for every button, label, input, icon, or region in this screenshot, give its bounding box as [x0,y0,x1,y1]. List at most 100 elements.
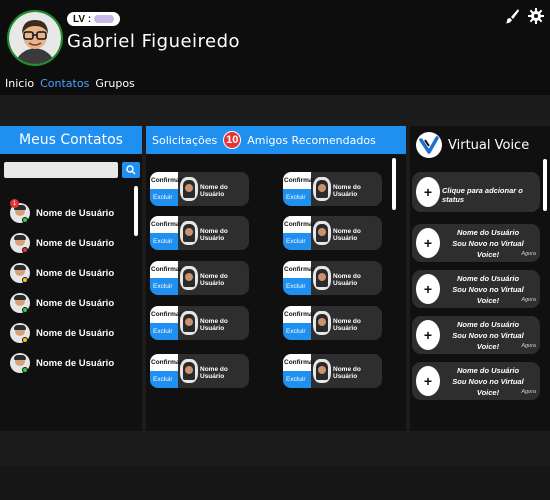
post-time: Agora [521,251,536,257]
footer-bar [0,465,550,500]
contacts-scrollbar[interactable] [134,186,138,236]
contact-item[interactable]: Nome de Usuário [0,228,136,258]
contact-item[interactable]: Nome de Usuário [0,348,136,378]
confirm-button[interactable]: Confirmar [283,172,315,189]
request-user-name: Nome do Usuário [333,366,361,380]
delete-button[interactable]: Excluir [283,323,311,340]
friend-request-card: Confirmar Excluir Nome do Usuário [283,261,382,295]
request-user-name: Nome do Usuário [333,184,361,198]
request-user-name: Nome do Usuário [333,228,361,242]
contact-name: Nome de Usuário [36,207,115,219]
contact-item[interactable]: Nome de Usuário [0,258,136,288]
status-dot [22,307,28,313]
search-button[interactable] [122,162,140,178]
voice-post-card[interactable]: + Nome do Usuário Sou Novo no Virtual Voic… [412,362,540,400]
request-avatar [313,311,331,335]
post-time: Agora [521,297,536,303]
virtual-voice-logo-icon [416,132,442,158]
tab-solicitacoes[interactable]: Solicitações [152,134,217,147]
tab-amigos-recomendados[interactable]: Amigos Recomendados [247,134,376,147]
brush-icon[interactable] [504,8,520,24]
add-status-label: Clique para adcionar o status [442,186,523,204]
requests-panel: Solicitações 10 Amigos Recomendados Conf… [146,126,406,431]
friend-request-card: Confirmar Excluir Nome do Usuário [150,306,249,340]
contact-item[interactable]: Nome de Usuário [0,318,136,348]
voice-post-card[interactable]: + Nome do Usuário Sou Novo no Virtual Voic… [412,224,540,262]
confirm-button[interactable]: Confirmar [150,306,182,323]
request-user-name: Nome do Usuário [333,273,361,287]
profile-header: LV : Gabriel Figueiredo Inicio Contatos … [0,0,550,95]
post-time: Agora [521,389,536,395]
post-plus-icon[interactable]: + [416,274,440,304]
profile-avatar[interactable] [7,10,63,66]
friend-request-card: Confirmar Excluir Nome do Usuário [150,216,249,250]
gear-icon[interactable] [528,8,544,24]
delete-button[interactable]: Excluir [283,233,311,250]
contact-item[interactable]: Nome de Usuário [0,288,136,318]
requests-scrollbar[interactable] [392,158,396,210]
voice-post-card[interactable]: + Nome do Usuário Sou Novo no Virtual Voic… [412,316,540,354]
contact-name: Nome de Usuário [36,267,115,279]
contacts-search-input[interactable] [4,162,118,178]
confirm-button[interactable]: Confirmar [283,261,315,278]
request-user-name: Nome do Usuário [200,366,228,380]
friend-request-card: Confirmar Excluir Nome do Usuário [283,216,382,250]
level-badge: LV : [67,12,121,26]
post-user-name: Nome do Usuário [456,274,520,283]
delete-button[interactable]: Excluir [150,233,178,250]
requests-count-badge: 10 [223,131,242,149]
post-plus-icon[interactable]: + [416,320,440,350]
confirm-button[interactable]: Confirmar [150,172,182,189]
post-plus-icon[interactable]: + [416,366,440,396]
delete-button[interactable]: Excluir [150,371,178,388]
add-status-card[interactable]: + Clique para adcionar o status [412,172,540,212]
contact-name: Nome de Usuário [36,327,115,339]
confirm-button[interactable]: Confirmar [283,216,315,233]
delete-button[interactable]: Excluir [283,371,311,388]
friend-request-card: Confirmar Excluir Nome do Usuário [283,306,382,340]
contacts-panel: Meus Contatos 1 Nome de Usuário Nome de Us… [0,126,142,431]
delete-button[interactable]: Excluir [150,189,178,206]
request-avatar [180,177,198,201]
status-dot [22,367,28,373]
post-plus-icon[interactable]: + [416,228,440,258]
confirm-button[interactable]: Confirmar [150,354,182,371]
request-avatar [313,359,331,383]
request-avatar [180,221,198,245]
nav-contatos[interactable]: Contatos [40,77,89,90]
virtual-voice-panel: Virtual Voice + Clique para adcionar o s… [410,126,550,431]
request-user-name: Nome do Usuário [200,318,228,332]
profile-username: Gabriel Figueiredo [67,31,241,52]
confirm-button[interactable]: Confirmar [283,306,315,323]
status-dot [22,337,28,343]
voice-post-card[interactable]: + Nome do Usuário Sou Novo no Virtual Voic… [412,270,540,308]
post-time: Agora [521,343,536,349]
status-dot [22,247,28,253]
contacts-list: 1 Nome de Usuário Nome de Usuário Nome de U… [0,198,136,378]
main-nav: Inicio Contatos Grupos [5,77,135,90]
confirm-button[interactable]: Confirmar [150,261,182,278]
level-label: LV : [73,13,92,25]
confirm-button[interactable]: Confirmar [283,354,315,371]
virtual-voice-title: Virtual Voice [448,137,530,153]
contacts-panel-title: Meus Contatos [0,126,142,154]
add-status-plus-icon[interactable]: + [416,177,440,207]
profile-avatar-image [9,12,61,64]
search-icon [126,165,136,175]
confirm-button[interactable]: Confirmar [150,216,182,233]
delete-button[interactable]: Excluir [150,323,178,340]
request-avatar [313,266,331,290]
voice-scrollbar[interactable] [543,159,547,211]
post-user-name: Nome do Usuário [456,228,520,237]
request-user-name: Nome do Usuário [200,273,228,287]
request-avatar [180,266,198,290]
delete-button[interactable]: Excluir [283,189,311,206]
nav-grupos[interactable]: Grupos [95,77,134,90]
friend-request-card: Confirmar Excluir Nome do Usuário [283,172,382,206]
contact-item[interactable]: 1 Nome de Usuário [0,198,136,228]
delete-button[interactable]: Excluir [150,278,178,295]
contact-name: Nome de Usuário [36,297,115,309]
delete-button[interactable]: Excluir [283,278,311,295]
contact-name: Nome de Usuário [36,237,115,249]
nav-inicio[interactable]: Inicio [5,77,34,90]
